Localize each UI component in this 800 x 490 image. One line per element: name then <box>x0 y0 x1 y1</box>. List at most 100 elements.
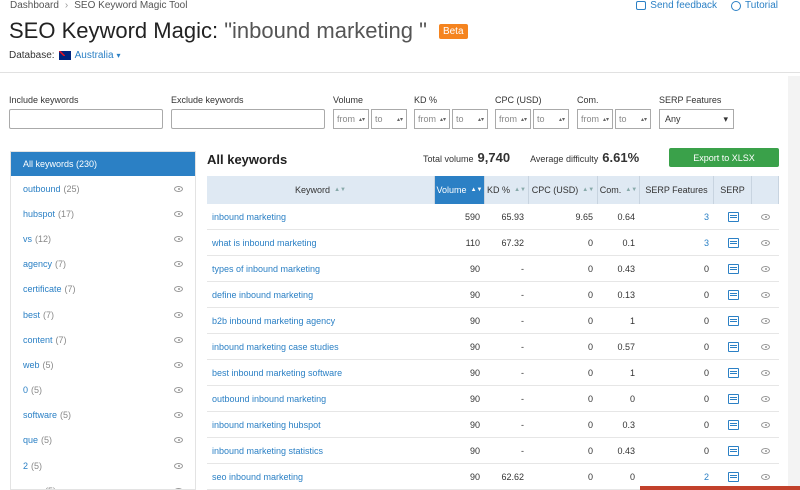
kd-from-input[interactable]: from ▴▾ <box>414 109 450 129</box>
serp-features-select[interactable]: Any ▾ <box>659 109 734 129</box>
eye-icon[interactable] <box>761 291 770 298</box>
serp-snapshot-icon[interactable] <box>727 419 739 430</box>
eye-icon[interactable] <box>761 239 770 246</box>
sidebar-item-text: 2 (5) <box>23 461 42 471</box>
sidebar-item[interactable]: software (5) <box>11 403 195 428</box>
sidebar-item[interactable]: 2 (5) <box>11 453 195 478</box>
keyword-link[interactable]: seo inbound marketing <box>207 464 435 489</box>
eye-icon[interactable] <box>174 210 183 217</box>
col-volume[interactable]: Volume ▲▼ <box>435 176 485 204</box>
serp-features-filter: SERP Features Any ▾ <box>659 95 734 129</box>
cpc-to-input[interactable]: to ▴▾ <box>533 109 569 129</box>
sidebar-item[interactable]: agency (7) <box>11 252 195 277</box>
keyword-link[interactable]: inbound marketing statistics <box>207 438 435 463</box>
sidebar-item[interactable]: case(5) <box>11 478 195 489</box>
sidebar-item[interactable]: best (7) <box>11 302 195 327</box>
serp-snapshot-icon[interactable] <box>727 237 739 248</box>
volume-cell: 90 <box>469 263 480 274</box>
cpc-label: CPC (USD) <box>495 95 542 105</box>
eye-icon[interactable] <box>761 421 770 428</box>
keyword-link[interactable]: inbound marketing <box>207 204 435 229</box>
export-xlsx-button[interactable]: Export to XLSX <box>669 148 779 167</box>
sidebar-item[interactable]: vs (12) <box>11 226 195 251</box>
eye-icon[interactable] <box>174 462 183 469</box>
page-scrollbar[interactable] <box>788 76 800 490</box>
serp-snapshot-icon[interactable] <box>727 263 739 274</box>
cpc-from-input[interactable]: from ▴▾ <box>495 109 531 129</box>
keyword-link[interactable]: types of inbound marketing <box>207 256 435 281</box>
kd-to-input[interactable]: to ▴▾ <box>452 109 488 129</box>
com-from-input[interactable]: from ▴▾ <box>577 109 613 129</box>
sidebar-item-count: (5) <box>45 486 56 489</box>
sidebar-item[interactable]: web (5) <box>11 352 195 377</box>
eye-icon[interactable] <box>761 343 770 350</box>
sidebar-item-count: (5) <box>60 410 72 421</box>
volume-to-input[interactable]: to ▴▾ <box>371 109 407 129</box>
keyword-link[interactable]: best inbound marketing software <box>207 360 435 385</box>
keyword-link[interactable]: outbound inbound marketing <box>207 386 435 411</box>
spinner-icon: ▴▾ <box>358 116 365 123</box>
keyword-link[interactable]: b2b inbound marketing agency <box>207 308 435 333</box>
database-dropdown[interactable]: Australia ▾ <box>75 50 121 61</box>
eye-icon[interactable] <box>174 361 183 368</box>
sidebar-item-count: (7) <box>55 334 67 345</box>
sidebar-item[interactable]: hubspot (17) <box>11 201 195 226</box>
eye-icon[interactable] <box>761 447 770 454</box>
col-keyword[interactable]: Keyword ▲▼ <box>207 176 435 204</box>
breadcrumb-dashboard[interactable]: Dashboard <box>10 0 59 11</box>
keyword-link[interactable]: inbound marketing hubspot <box>207 412 435 437</box>
sidebar-item-all-keywords[interactable]: All keywords (230) <box>11 152 195 176</box>
serp-features-cell[interactable]: 3 <box>640 204 714 229</box>
eye-icon[interactable] <box>761 213 770 220</box>
eye-icon[interactable] <box>761 265 770 272</box>
send-feedback-link[interactable]: Send feedback <box>636 0 717 11</box>
eye-icon[interactable] <box>174 336 183 343</box>
sidebar-item[interactable]: certificate (7) <box>11 277 195 302</box>
keyword-link[interactable]: inbound marketing case studies <box>207 334 435 359</box>
serp-snapshot-icon[interactable] <box>727 445 739 456</box>
include-keywords-input[interactable] <box>9 109 163 129</box>
volume-from-input[interactable]: from ▴▾ <box>333 109 369 129</box>
sidebar-item[interactable]: que (5) <box>11 428 195 453</box>
eye-icon[interactable] <box>174 286 183 293</box>
com-to-input[interactable]: to ▴▾ <box>615 109 651 129</box>
sidebar-item-count: (17) <box>58 208 75 219</box>
com-cell: 0.57 <box>617 341 635 352</box>
serp-snapshot-icon[interactable] <box>727 393 739 404</box>
serp-snapshot-icon[interactable] <box>727 315 739 326</box>
col-kd[interactable]: KD % ▲▼ <box>485 176 529 204</box>
col-com[interactable]: Com. ▲▼ <box>598 176 640 204</box>
eye-icon[interactable] <box>174 261 183 268</box>
eye-icon[interactable] <box>174 311 183 318</box>
table-body: inbound marketing 590 65.93 9.65 0.64 3 what i… <box>207 204 779 490</box>
serp-snapshot-icon[interactable] <box>727 471 739 482</box>
col-cpc[interactable]: CPC (USD) ▲▼ <box>529 176 598 204</box>
tutorial-link[interactable]: Tutorial <box>731 0 778 11</box>
table-row: define inbound marketing 90 - 0 0.13 0 <box>207 282 779 308</box>
eye-icon[interactable] <box>761 317 770 324</box>
serp-snapshot-icon[interactable] <box>727 289 739 300</box>
col-serp-features[interactable]: SERP Features <box>640 176 714 204</box>
sidebar-item[interactable]: outbound (25) <box>11 176 195 201</box>
eye-icon[interactable] <box>174 412 183 419</box>
serp-snapshot-icon[interactable] <box>727 211 739 222</box>
eye-icon[interactable] <box>174 387 183 394</box>
eye-icon[interactable] <box>761 369 770 376</box>
sidebar-item[interactable]: content (7) <box>11 327 195 352</box>
sidebar-item[interactable]: 0 (5) <box>11 378 195 403</box>
eye-icon[interactable] <box>174 437 183 444</box>
com-cell: 0.3 <box>622 419 635 430</box>
cpc-cell: 0 <box>587 341 593 352</box>
eye-icon[interactable] <box>761 395 770 402</box>
keyword-link[interactable]: what is inbound marketing <box>207 230 435 255</box>
exclude-keywords-input[interactable] <box>171 109 325 129</box>
serp-snapshot-icon[interactable] <box>727 367 739 378</box>
serp-snapshot-icon[interactable] <box>727 341 739 352</box>
serp-features-cell[interactable]: 3 <box>640 230 714 255</box>
table-row: inbound marketing hubspot 90 - 0 0.3 0 <box>207 412 779 438</box>
eye-icon[interactable] <box>761 473 770 480</box>
eye-icon[interactable] <box>174 185 183 192</box>
cpc-cell: 0 <box>587 315 593 326</box>
keyword-link[interactable]: define inbound marketing <box>207 282 435 307</box>
eye-icon[interactable] <box>174 235 183 242</box>
